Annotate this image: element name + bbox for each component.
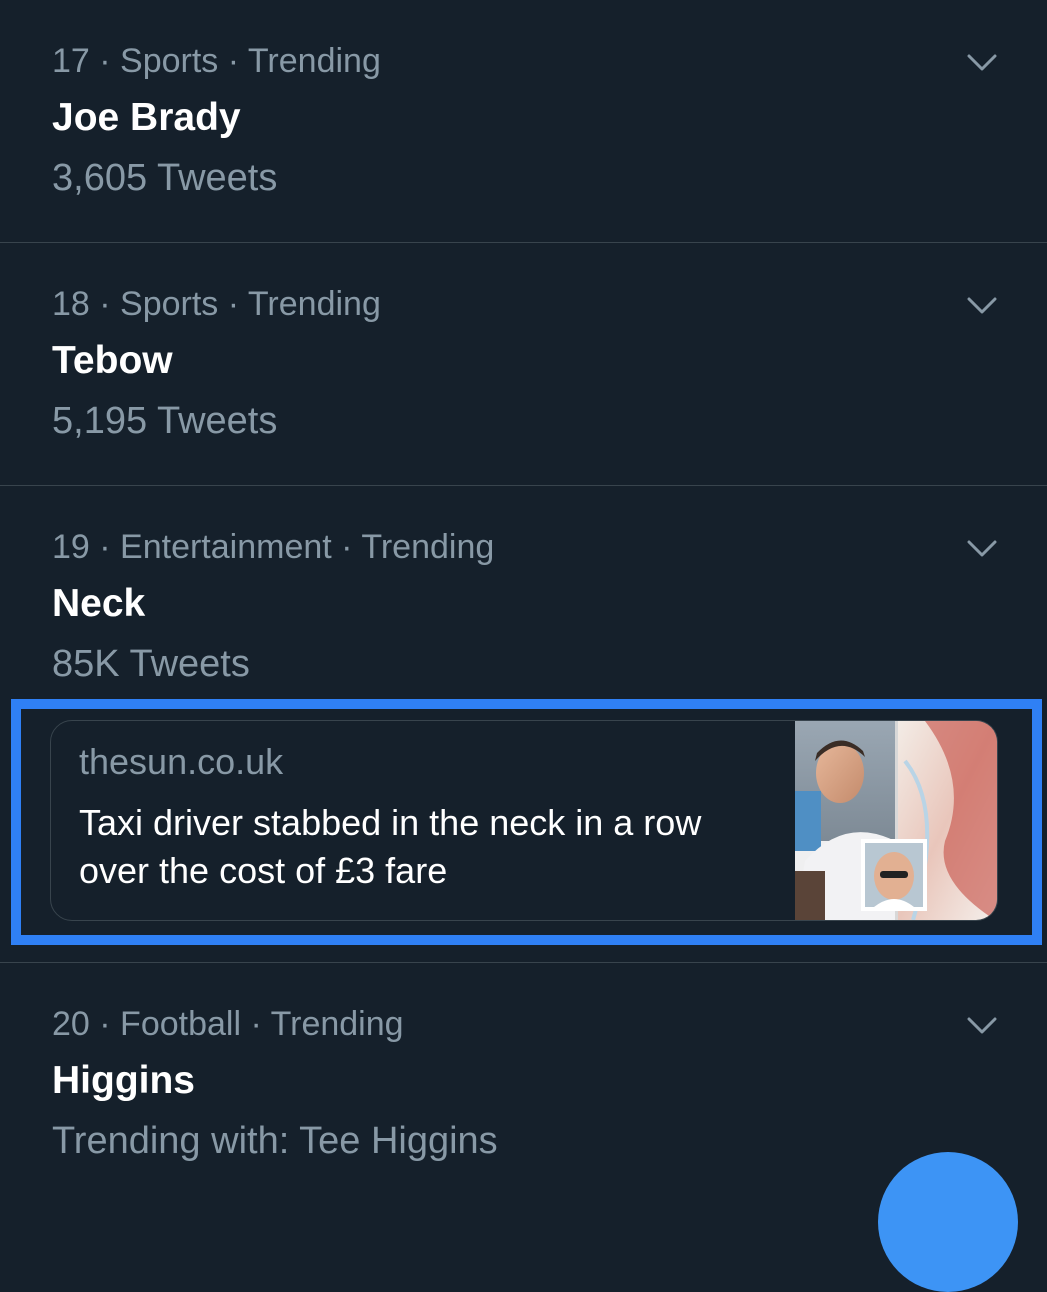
trend-context: Trending with: Tee Higgins: [52, 1120, 498, 1162]
trend-rank: 18: [52, 285, 90, 323]
meta-separator: ·: [241, 1005, 271, 1043]
trend-status: Trending: [270, 1005, 404, 1043]
trend-category: Entertainment: [120, 528, 332, 566]
trend-title: Joe Brady: [52, 96, 241, 139]
news-card-domain: thesun.co.uk: [79, 741, 284, 782]
compose-fab[interactable]: [878, 1152, 1018, 1292]
chevron-down-icon[interactable]: [967, 54, 997, 72]
trend-meta: 19 · Entertainment · Trending: [52, 528, 494, 567]
meta-separator: ·: [89, 528, 121, 566]
trend-title: Neck: [52, 582, 146, 625]
chevron-down-icon[interactable]: [967, 1017, 997, 1035]
trend-title: Higgins: [52, 1059, 195, 1102]
trend-title: Tebow: [52, 339, 173, 382]
trend-rank: 17: [52, 42, 90, 80]
chevron-down-icon[interactable]: [967, 540, 997, 558]
news-card-thumbnail: [795, 721, 997, 920]
trend-item-20[interactable]: 20 · Football · Trending Higgins Trendin…: [0, 963, 1047, 1200]
trend-meta: 17 · Sports · Trending: [52, 42, 381, 81]
trend-tweet-count: 85K Tweets: [52, 643, 250, 685]
chevron-down-icon[interactable]: [967, 297, 997, 315]
trend-meta: 18 · Sports · Trending: [52, 285, 381, 324]
trend-tweet-count: 5,195 Tweets: [52, 400, 278, 442]
trend-category: Sports: [120, 42, 219, 80]
news-card[interactable]: thesun.co.uk Taxi driver stabbed in the …: [50, 720, 998, 921]
news-card-headline: Taxi driver stabbed in the neck in a row…: [79, 802, 702, 891]
trend-status: Trending: [247, 285, 381, 323]
trend-category: Football: [120, 1005, 242, 1043]
trend-rank: 20: [52, 1005, 90, 1043]
meta-separator: ·: [218, 42, 248, 80]
trend-item-17[interactable]: 17 · Sports · Trending Joe Brady 3,605 T…: [0, 0, 1047, 243]
meta-separator: ·: [89, 285, 121, 323]
meta-separator: ·: [89, 1005, 121, 1043]
trend-item-18[interactable]: 18 · Sports · Trending Tebow 5,195 Tweet…: [0, 243, 1047, 486]
meta-separator: ·: [218, 285, 248, 323]
trend-rank: 19: [52, 528, 90, 566]
trend-tweet-count: 3,605 Tweets: [52, 157, 278, 199]
meta-separator: ·: [89, 42, 121, 80]
meta-separator: ·: [331, 528, 362, 566]
trend-category: Sports: [120, 285, 219, 323]
trend-status: Trending: [361, 528, 495, 566]
trend-meta: 20 · Football · Trending: [52, 1005, 404, 1044]
trend-status: Trending: [247, 42, 381, 80]
